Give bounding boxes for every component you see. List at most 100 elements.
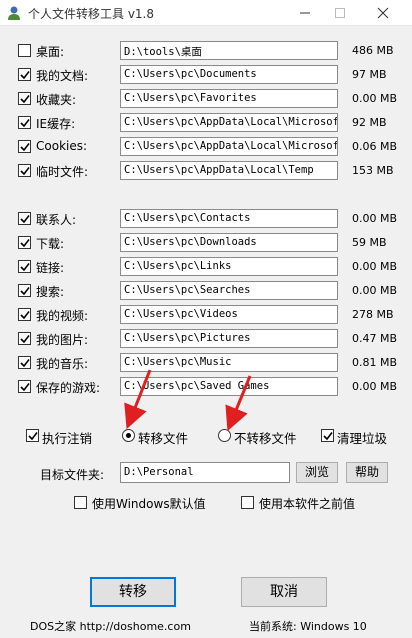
footer-credit: DOS之家 http://doshome.com bbox=[30, 620, 191, 633]
folder-size: 0.00 MB bbox=[352, 284, 398, 297]
checkmark-icon bbox=[20, 71, 30, 80]
folder-path-input[interactable]: C:\Users\pc\Links bbox=[120, 257, 338, 276]
checkmark-icon bbox=[20, 287, 30, 296]
transfer-files-radio[interactable] bbox=[122, 429, 135, 442]
folder-size: 0.00 MB bbox=[352, 380, 398, 393]
folder-size: 278 MB bbox=[352, 308, 394, 321]
minimize-icon bbox=[300, 12, 310, 14]
folder-label: 我的文档: bbox=[36, 69, 89, 83]
checkmark-icon bbox=[20, 215, 30, 224]
help-button[interactable]: 帮助 bbox=[346, 462, 388, 483]
transfer-files-label: 转移文件 bbox=[138, 431, 189, 446]
previous-value-checkbox[interactable] bbox=[241, 496, 254, 509]
cleanup-checkbox[interactable] bbox=[321, 429, 334, 442]
folder-row-desktop: 桌面: D:\tools\桌面 486 MB bbox=[0, 40, 412, 60]
folder-path-input[interactable]: C:\Users\pc\Searches bbox=[120, 281, 338, 300]
folder-path-input[interactable]: C:\Users\pc\Saved Games bbox=[120, 377, 338, 396]
temp-checkbox[interactable] bbox=[18, 164, 31, 177]
folder-path-input[interactable]: D:\tools\桌面 bbox=[120, 41, 338, 60]
folder-label: 保存的游戏: bbox=[36, 381, 101, 395]
windows-default-checkbox[interactable] bbox=[74, 496, 87, 509]
folder-row-pictures: 我的图片: C:\Users\pc\Pictures 0.47 MB bbox=[0, 328, 412, 348]
cleanup-label: 清理垃圾 bbox=[337, 431, 388, 446]
folder-label: 我的图片: bbox=[36, 333, 89, 347]
checkmark-icon bbox=[20, 311, 30, 320]
folder-path-input[interactable]: C:\Users\pc\Videos bbox=[120, 305, 338, 324]
folder-path-input[interactable]: C:\Users\pc\AppData\Local\Microsoft\ bbox=[120, 137, 338, 156]
transfer-button[interactable]: 转移 bbox=[90, 577, 176, 607]
music-checkbox[interactable] bbox=[18, 356, 31, 369]
folder-path-input[interactable]: C:\Users\pc\Documents bbox=[120, 65, 338, 84]
maximize-button[interactable] bbox=[325, 3, 355, 23]
logout-label: 执行注销 bbox=[42, 431, 93, 446]
pictures-checkbox[interactable] bbox=[18, 332, 31, 345]
folder-row-cookies: Cookies: C:\Users\pc\AppData\Local\Micro… bbox=[0, 136, 412, 156]
window-title: 个人文件转移工具 v1.8 bbox=[28, 7, 155, 21]
checkmark-icon bbox=[20, 167, 30, 176]
windows-default-label: 使用Windows默认值 bbox=[92, 497, 206, 511]
saved-games-checkbox[interactable] bbox=[18, 380, 31, 393]
cookies-checkbox[interactable] bbox=[18, 140, 31, 153]
videos-checkbox[interactable] bbox=[18, 308, 31, 321]
checkmark-icon bbox=[20, 95, 30, 104]
folder-path-input[interactable]: C:\Users\pc\Favorites bbox=[120, 89, 338, 108]
folder-label: 我的音乐: bbox=[36, 357, 89, 371]
cancel-button[interactable]: 取消 bbox=[241, 577, 327, 607]
folder-label: Cookies: bbox=[36, 139, 88, 153]
current-system: 当前系统: Windows 10 bbox=[249, 620, 367, 633]
folder-path-input[interactable]: C:\Users\pc\AppData\Local\Temp bbox=[120, 161, 338, 180]
folder-size: 97 MB bbox=[352, 68, 387, 81]
folder-row-saved-games: 保存的游戏: C:\Users\pc\Saved Games 0.00 MB bbox=[0, 376, 412, 396]
folder-label: 收藏夹: bbox=[36, 93, 77, 107]
folder-size: 0.47 MB bbox=[352, 332, 398, 345]
browse-button[interactable]: 浏览 bbox=[296, 462, 338, 483]
checkmark-icon bbox=[20, 359, 30, 368]
favorites-checkbox[interactable] bbox=[18, 92, 31, 105]
downloads-checkbox[interactable] bbox=[18, 236, 31, 249]
searches-checkbox[interactable] bbox=[18, 284, 31, 297]
folder-label: 我的视频: bbox=[36, 309, 89, 323]
previous-value-label: 使用本软件之前值 bbox=[259, 497, 356, 511]
logout-checkbox[interactable] bbox=[26, 429, 39, 442]
folder-label: 搜索: bbox=[36, 285, 65, 299]
folder-row-searches: 搜索: C:\Users\pc\Searches 0.00 MB bbox=[0, 280, 412, 300]
checkmark-icon bbox=[20, 263, 30, 272]
folder-label: 桌面: bbox=[36, 45, 65, 59]
no-transfer-radio[interactable] bbox=[218, 429, 231, 442]
folder-size: 59 MB bbox=[352, 236, 387, 249]
checkmark-icon bbox=[28, 432, 38, 441]
folder-row-music: 我的音乐: C:\Users\pc\Music 0.81 MB bbox=[0, 352, 412, 372]
folder-path-input[interactable]: C:\Users\pc\Music bbox=[120, 353, 338, 372]
close-button[interactable] bbox=[368, 3, 398, 23]
folder-row-links: 链接: C:\Users\pc\Links 0.00 MB bbox=[0, 256, 412, 276]
folder-row-downloads: 下载: C:\Users\pc\Downloads 59 MB bbox=[0, 232, 412, 252]
folder-size: 0.06 MB bbox=[352, 140, 398, 153]
folder-size: 153 MB bbox=[352, 164, 394, 177]
documents-checkbox[interactable] bbox=[18, 68, 31, 81]
folder-row-favorites: 收藏夹: C:\Users\pc\Favorites 0.00 MB bbox=[0, 88, 412, 108]
ie-cache-checkbox[interactable] bbox=[18, 116, 31, 129]
checkmark-icon bbox=[20, 119, 30, 128]
folder-size: 0.00 MB bbox=[352, 260, 398, 273]
folder-path-input[interactable]: C:\Users\pc\Pictures bbox=[120, 329, 338, 348]
target-folder-input[interactable]: D:\Personal bbox=[120, 462, 290, 483]
folder-label: IE缓存: bbox=[36, 117, 76, 131]
folder-label: 临时文件: bbox=[36, 165, 89, 179]
contacts-checkbox[interactable] bbox=[18, 212, 31, 225]
desktop-checkbox[interactable] bbox=[18, 44, 31, 57]
folder-size: 0.00 MB bbox=[352, 212, 398, 225]
minimize-button[interactable] bbox=[290, 3, 320, 23]
folder-label: 下载: bbox=[36, 237, 65, 251]
user-app-icon bbox=[6, 5, 22, 21]
checkmark-icon bbox=[20, 383, 30, 392]
folder-path-input[interactable]: C:\Users\pc\Downloads bbox=[120, 233, 338, 252]
folder-row-documents: 我的文档: C:\Users\pc\Documents 97 MB bbox=[0, 64, 412, 84]
folder-row-temp: 临时文件: C:\Users\pc\AppData\Local\Temp 153… bbox=[0, 160, 412, 180]
title-bar[interactable]: 个人文件转移工具 v1.8 bbox=[0, 0, 412, 26]
folder-path-input[interactable]: C:\Users\pc\Contacts bbox=[120, 209, 338, 228]
folder-row-videos: 我的视频: C:\Users\pc\Videos 278 MB bbox=[0, 304, 412, 324]
checkmark-icon bbox=[20, 335, 30, 344]
folder-path-input[interactable]: C:\Users\pc\AppData\Local\Microsoft\ bbox=[120, 113, 338, 132]
links-checkbox[interactable] bbox=[18, 260, 31, 273]
folder-label: 联系人: bbox=[36, 213, 77, 227]
